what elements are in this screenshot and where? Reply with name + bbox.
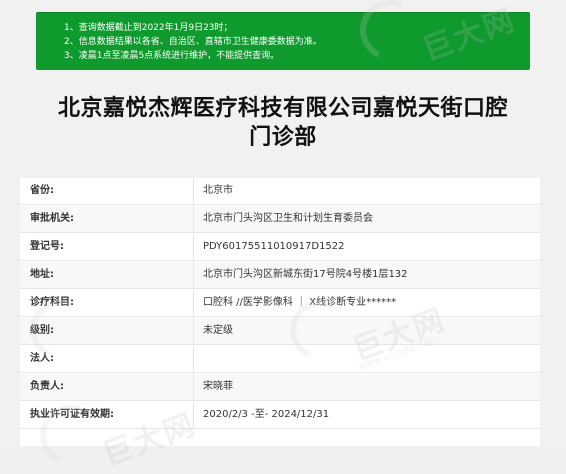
row-label: 负责人: xyxy=(30,381,64,392)
notice-line-2: 2、信息数据结果以各省、自治区、直辖市卫生健康委数据为准。 xyxy=(64,37,322,47)
row-divider xyxy=(193,206,194,233)
row-value xyxy=(203,346,533,372)
row-value: 未定级 xyxy=(203,325,233,336)
row-value: 北京市 xyxy=(203,185,233,196)
table-row-address: 地址: 北京市门头沟区新城东街17号院4号楼1层132 xyxy=(20,262,540,289)
table-row-legal-person: 法人: xyxy=(20,346,540,373)
info-table: 省份: 北京市 审批机关: 北京市门头沟区卫生和计划生育委员会 登记号: PDY… xyxy=(20,178,540,446)
row-label: 诊疗科目: xyxy=(30,297,74,308)
page-title-line-2: 门诊部 xyxy=(249,125,317,150)
table-row-authority: 审批机关: 北京市门头沟区卫生和计划生育委员会 xyxy=(20,206,540,233)
row-value: 宋晓菲 xyxy=(203,381,233,392)
row-label: 法人: xyxy=(30,353,54,364)
row-label: 级别: xyxy=(30,325,54,336)
row-label: 省份: xyxy=(30,185,54,196)
table-row-registration-number: 登记号: PDY60175511010917D1522 xyxy=(20,234,540,261)
notice-line-3: 3、凌晨1点至凌晨5点系统进行维护，不能提供查询。 xyxy=(64,51,280,61)
notice-line-1: 1、查询数据截止到2022年1月9日23时； xyxy=(64,23,233,33)
row-label: 执业许可证有效期: xyxy=(30,409,114,420)
row-value: PDY60175511010917D1522 xyxy=(203,241,345,252)
row-divider xyxy=(193,290,194,317)
row-divider xyxy=(193,262,194,289)
row-label: 登记号: xyxy=(30,241,64,252)
row-divider xyxy=(193,234,194,261)
table-row-license-validity: 执业许可证有效期: 2020/2/3 -至- 2024/12/31 xyxy=(20,402,540,429)
row-value: 北京市门头沟区新城东街17号院4号楼1层132 xyxy=(203,269,408,280)
row-value: 北京市门头沟区卫生和计划生育委员会 xyxy=(203,213,373,224)
row-divider xyxy=(193,346,194,373)
table-row-specialties: 诊疗科目: 口腔科 //医学影像科 ｜ X线诊断专业****** xyxy=(20,290,540,317)
row-label: 审批机关: xyxy=(30,213,74,224)
row-divider xyxy=(193,374,194,401)
row-value: 口腔科 //医学影像科 ｜ X线诊断专业****** xyxy=(203,297,397,308)
row-label: 地址: xyxy=(30,269,54,280)
notice-banner: 1、查询数据截止到2022年1月9日23时； 2、信息数据结果以各省、自治区、直… xyxy=(36,12,530,70)
table-row-province: 省份: 北京市 xyxy=(20,178,540,205)
row-divider xyxy=(193,402,194,429)
table-row-level: 级别: 未定级 xyxy=(20,318,540,345)
row-value: 2020/2/3 -至- 2024/12/31 xyxy=(203,409,330,420)
row-divider xyxy=(193,318,194,345)
page: 1、查询数据截止到2022年1月9日23时； 2、信息数据结果以各省、自治区、直… xyxy=(0,0,566,474)
table-row-person-in-charge: 负责人: 宋晓菲 xyxy=(20,374,540,401)
row-divider xyxy=(193,178,194,205)
page-title-line-1: 北京嘉悦杰辉医疗科技有限公司嘉悦天街口腔 xyxy=(57,96,508,121)
